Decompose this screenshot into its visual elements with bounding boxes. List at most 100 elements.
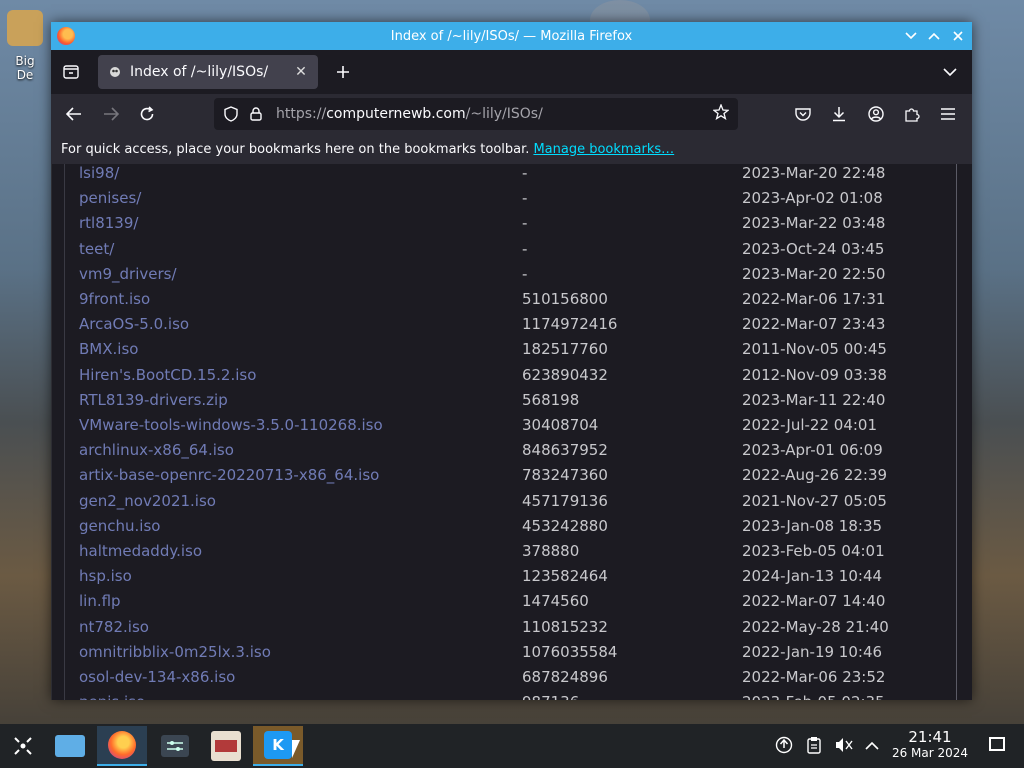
bookmarks-toolbar: For quick access, place your bookmarks h… (51, 134, 972, 164)
download-icon (833, 107, 845, 122)
table-row: RTL8139-drivers.zip 568198 2023-Mar-11 22:… (52, 388, 972, 413)
file-link[interactable]: 9front.iso (79, 287, 150, 312)
chevron-down-icon (905, 32, 917, 40)
file-date: 2021-Nov-27 05:05 (742, 491, 887, 510)
file-size: 783247360 (522, 466, 608, 485)
account-button[interactable] (864, 102, 888, 126)
file-size: 378880 (522, 542, 580, 560)
bookmarks-toolbar-message: For quick access, place your bookmarks h… (61, 141, 530, 157)
file-date: 2023-Jan-08 18:35 (742, 516, 883, 535)
digital-clock[interactable]: 21:41 26 Mar 2024 (885, 729, 975, 761)
file-date: 2023-Oct-24 03:45 (742, 239, 885, 258)
file-link[interactable]: hsp.iso (79, 564, 132, 589)
file-link[interactable]: genchu.iso (79, 514, 160, 539)
tray-volume-muted-icon[interactable] (835, 736, 853, 754)
desktop-icon-label: Big (15, 54, 35, 68)
taskbar-app-button[interactable] (203, 726, 249, 766)
file-link[interactable]: rtl8139/ (79, 211, 138, 236)
file-link[interactable]: penis.iso (79, 690, 145, 700)
plus-icon (337, 66, 349, 78)
table-row: rtl8139/ - 2023-Mar-22 03:48 (52, 211, 972, 236)
tab-active[interactable]: Index of /~lily/ISOs/ ✕ (98, 55, 318, 89)
table-row: hsp.iso 123582464 2024-Jan-13 10:44 (52, 564, 972, 589)
firefox-icon[interactable] (57, 27, 75, 45)
show-desktop-button[interactable] (989, 737, 1005, 751)
file-link[interactable]: BMX.iso (79, 337, 138, 362)
tab-close-icon[interactable]: ✕ (290, 64, 312, 80)
file-date: 2022-Mar-06 23:52 (742, 668, 886, 686)
tray-clipboard-icon[interactable] (805, 736, 823, 754)
file-link[interactable]: haltmedaddy.iso (79, 539, 202, 564)
application-launcher-button[interactable] (6, 726, 40, 766)
table-row: omnitribblix-0m25lx.3.iso 1076035584 2022-… (52, 640, 972, 665)
maximize-button[interactable] (924, 26, 944, 46)
file-link[interactable]: VMware-tools-windows-3.5.0-110268.iso (79, 413, 383, 438)
close-button[interactable] (948, 26, 968, 46)
menu-button[interactable] (936, 102, 960, 126)
kde-icon: K (264, 731, 292, 759)
firefox-window: Index of /~lily/ISOs/ — Mozilla Firefox … (51, 22, 972, 700)
taskbar-files-button[interactable] (50, 726, 90, 766)
file-link[interactable]: teet/ (79, 237, 114, 262)
file-link[interactable]: nt782.iso (79, 615, 149, 640)
file-link[interactable]: lsi98/ (79, 164, 119, 186)
scrollbar[interactable] (956, 164, 957, 700)
file-size: - (522, 164, 528, 182)
directory-listing: lsi98/ - 2023-Mar-20 22:48 penises/ - 2023-Ap… (51, 164, 972, 700)
table-row: haltmedaddy.iso 378880 2023-Feb-05 04:01 (52, 539, 972, 564)
file-date: 2022-Mar-07 23:43 (742, 315, 886, 334)
mouse-cursor-icon (292, 740, 300, 758)
desktop-icon-label-2: De (16, 68, 34, 82)
file-link[interactable]: archlinux-x86_64.iso (79, 438, 234, 463)
file-link[interactable]: osol-dev-134-x86.iso (79, 665, 235, 690)
file-date: 2022-Jul-22 04:01 (742, 416, 878, 434)
forward-button[interactable] (99, 102, 123, 126)
bookmark-star-icon[interactable] (712, 103, 730, 124)
file-date: 2024-Jan-13 10:44 (742, 567, 883, 586)
extensions-button[interactable] (900, 102, 924, 126)
file-link[interactable]: ArcaOS-5.0.iso (79, 312, 189, 337)
firefox-view-button[interactable] (59, 61, 83, 83)
back-button[interactable] (62, 102, 86, 126)
file-size: - (522, 239, 528, 258)
url-text[interactable]: https://computernewb.com/~lily/ISOs/ (276, 106, 712, 122)
file-link[interactable]: vm9_drivers/ (79, 262, 177, 287)
firefox-view-icon (63, 65, 79, 79)
table-row: nt782.iso 110815232 2022-May-28 21:40 (52, 615, 972, 640)
url-host: computernewb.com (326, 106, 466, 122)
tab-bar: Index of /~lily/ISOs/ ✕ (51, 50, 972, 94)
manage-bookmarks-link[interactable]: Manage bookmarks… (533, 142, 674, 157)
reload-icon (140, 106, 154, 121)
tray-expand-icon[interactable] (863, 736, 881, 754)
file-link[interactable]: omnitribblix-0m25lx.3.iso (79, 640, 271, 665)
downloads-button[interactable] (827, 102, 851, 126)
window-titlebar[interactable]: Index of /~lily/ISOs/ — Mozilla Firefox (51, 22, 972, 50)
reload-button[interactable] (135, 102, 159, 126)
file-link[interactable]: artix-base-openrc-20220713-x86_64.iso (79, 463, 379, 488)
file-size: 457179136 (522, 491, 608, 510)
file-date: 2022-May-28 21:40 (742, 617, 889, 636)
table-row: archlinux-x86_64.iso 848637952 2023-Apr-01… (52, 438, 972, 463)
new-tab-button[interactable] (331, 60, 355, 84)
file-size: 568198 (522, 390, 580, 409)
file-link[interactable]: gen2_nov2021.iso (79, 489, 216, 514)
list-all-tabs-button[interactable] (938, 60, 962, 84)
file-date: 2023-Mar-20 22:48 (742, 164, 886, 182)
pocket-button[interactable] (791, 102, 815, 126)
file-date: 2022-Mar-06 17:31 (742, 290, 886, 308)
taskbar-mixer-button[interactable] (153, 726, 197, 766)
table-row: gen2_nov2021.iso 457179136 2021-Nov-27 05:… (52, 489, 972, 514)
table-row: teet/ - 2023-Oct-24 03:45 (52, 237, 972, 262)
file-link[interactable]: RTL8139-drivers.zip (79, 388, 228, 413)
taskbar-firefox-button[interactable] (97, 726, 147, 766)
address-bar[interactable]: https://computernewb.com/~lily/ISOs/ (214, 98, 738, 130)
file-link[interactable]: lin.flp (79, 589, 121, 614)
shield-icon[interactable] (223, 106, 239, 122)
chevron-up-icon (928, 32, 940, 40)
desktop-icon[interactable]: Big De (0, 10, 50, 82)
lock-icon[interactable] (248, 106, 264, 122)
minimize-button[interactable] (901, 26, 921, 46)
tray-update-icon[interactable] (775, 736, 793, 754)
file-link[interactable]: penises/ (79, 186, 141, 211)
file-link[interactable]: Hiren's.BootCD.15.2.iso (79, 363, 256, 388)
